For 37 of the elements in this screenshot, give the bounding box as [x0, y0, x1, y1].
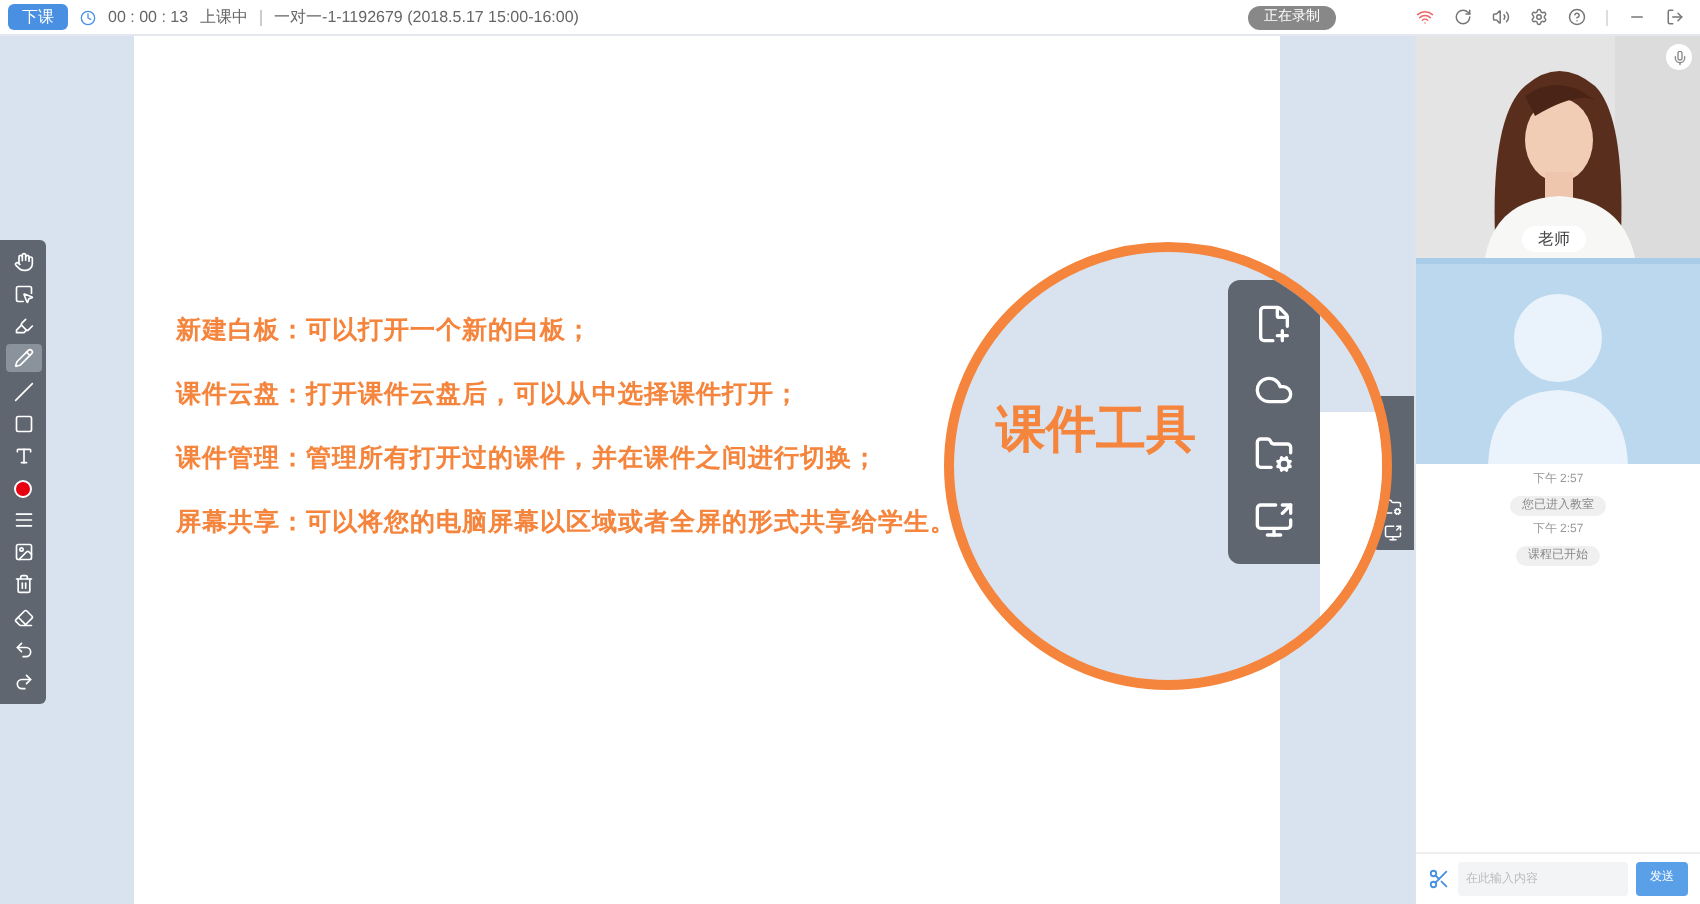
text-icon [13, 445, 33, 466]
highlighter-icon [13, 316, 33, 337]
undo-icon [13, 639, 33, 660]
lines-icon [13, 510, 33, 531]
refresh-icon[interactable] [1454, 8, 1472, 26]
redo-icon [13, 671, 33, 692]
pencil-icon [13, 348, 33, 369]
file-plus-icon[interactable] [1254, 304, 1294, 345]
square-icon [13, 413, 33, 434]
description-text: 屏幕共享：可以将您的电脑屏幕以区域或者全屏的形式共享给学生。 [176, 506, 956, 540]
description-text: 课件云盘：打开课件云盘后，可以从中选择课件打开； [176, 378, 800, 412]
screen-share-icon[interactable] [1254, 499, 1294, 540]
screen-share-icon[interactable] [1384, 524, 1402, 542]
image-icon [13, 542, 33, 563]
help-icon[interactable] [1568, 8, 1586, 26]
eraser-icon [13, 607, 33, 628]
class-info: 一对一-1-1192679 (2018.5.17 15:00-16:00) [274, 5, 579, 29]
exit-icon[interactable] [1666, 8, 1684, 26]
teacher-label: 老师 [1522, 226, 1586, 252]
line-icon [13, 381, 33, 402]
hand-icon [13, 252, 33, 273]
timer: 00 : 00 : 13 [108, 5, 189, 29]
description-text: 新建白板：可以打开一个新的白板； [176, 314, 592, 348]
scissors-icon[interactable] [1428, 868, 1450, 890]
cursor-icon [13, 284, 33, 305]
pencil-tool[interactable] [5, 344, 41, 373]
end-class-button[interactable]: 下课 [8, 4, 68, 30]
folder-gear-icon[interactable] [1254, 434, 1294, 475]
volume-icon[interactable] [1492, 8, 1510, 26]
trash-icon [13, 574, 33, 595]
magnifier-title: 课件工具 [996, 400, 1196, 462]
settings-icon[interactable] [1530, 8, 1548, 26]
mic-icon [1671, 49, 1687, 65]
class-status: 上课中 [200, 5, 249, 29]
description-text: 课件管理：管理所有打开过的课件，并在课件之间进行切换； [176, 442, 878, 476]
wifi-icon [1416, 8, 1434, 26]
clock-icon [80, 9, 96, 25]
